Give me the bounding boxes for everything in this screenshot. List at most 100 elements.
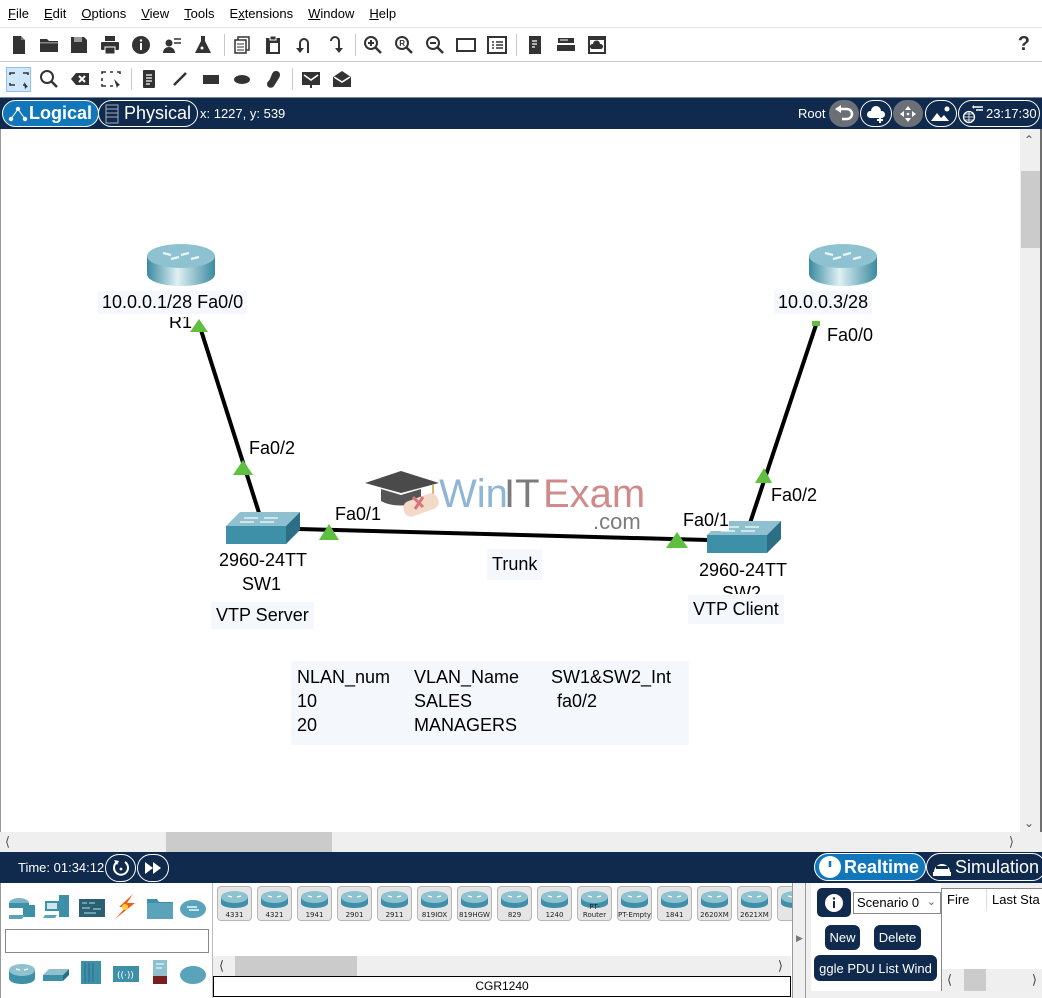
- scroll-left-icon[interactable]: ⟨: [947, 972, 952, 988]
- menu-options[interactable]: Options: [81, 6, 126, 21]
- menu-help[interactable]: Help: [369, 6, 396, 21]
- device-model-item[interactable]: 1240: [537, 886, 572, 921]
- device-model-item[interactable]: 2911: [377, 886, 412, 921]
- delete-icon[interactable]: [69, 68, 91, 90]
- save-icon[interactable]: [68, 34, 90, 56]
- device-model-item[interactable]: 2621XM: [737, 886, 772, 921]
- device-model-item[interactable]: 2901: [337, 886, 372, 921]
- freeform-icon[interactable]: [262, 68, 284, 90]
- scroll-left-icon[interactable]: ⟨: [219, 958, 224, 974]
- simple-pdu-icon[interactable]: [300, 68, 322, 90]
- select-icon[interactable]: [6, 67, 31, 92]
- drawing-palette-icon[interactable]: [455, 34, 477, 56]
- routers-icon[interactable]: [7, 961, 37, 987]
- column-header-fire[interactable]: Fire: [947, 892, 969, 907]
- device-model-item[interactable]: PT-Empty: [617, 886, 652, 921]
- undo-icon[interactable]: [293, 34, 315, 56]
- viewport-clock[interactable]: 23:17:30: [958, 100, 1040, 127]
- device-model-item[interactable]: 1841: [657, 886, 692, 921]
- open-icon[interactable]: [38, 34, 60, 56]
- menu-file[interactable]: File: [8, 6, 29, 21]
- new-scenario-button[interactable]: New: [825, 925, 860, 950]
- cluster-icon[interactable]: [555, 34, 577, 56]
- menu-view[interactable]: View: [141, 6, 169, 21]
- delete-scenario-button[interactable]: Delete: [874, 925, 921, 950]
- canvas-horizontal-scrollbar[interactable]: ⟨ ⟩: [0, 832, 1042, 852]
- switches-icon[interactable]: [41, 961, 71, 987]
- device-model-item[interactable]: 1941: [297, 886, 332, 921]
- end-devices-icon[interactable]: [41, 893, 71, 919]
- pdu-list-scrollbar[interactable]: ⟨ ⟩: [942, 969, 1042, 991]
- menu-extensions[interactable]: Extensions: [230, 6, 294, 21]
- menu-window[interactable]: Window: [308, 6, 354, 21]
- wireless-icon[interactable]: ((·)): [111, 961, 141, 987]
- switch-sw1[interactable]: [224, 510, 302, 546]
- zoom-reset-icon[interactable]: R: [393, 34, 415, 56]
- logical-workspace[interactable]: Win IT Exam .com 10.0.0.1/28 Fa0/0 R1 10…: [0, 129, 1020, 832]
- hubs-icon[interactable]: [77, 959, 107, 985]
- resize-icon[interactable]: [100, 68, 122, 90]
- viewport-icon[interactable]: [524, 34, 546, 56]
- cloud-window-icon[interactable]: [586, 34, 608, 56]
- wan-emulation-icon[interactable]: [178, 961, 208, 987]
- miscellaneous-icon[interactable]: [145, 895, 175, 921]
- paste-icon[interactable]: [262, 34, 284, 56]
- vertical-scroll-thumb[interactable]: [1021, 171, 1040, 248]
- device-model-item[interactable]: 829: [497, 886, 532, 921]
- connections-icon[interactable]: [111, 893, 141, 919]
- security-icon[interactable]: [145, 959, 175, 985]
- vlan-note[interactable]: NLAN_num VLAN_Name SW1&SW2_Int 10 SALES …: [291, 661, 689, 745]
- menu-edit[interactable]: Edit: [44, 6, 66, 21]
- zoom-in-icon[interactable]: [362, 34, 384, 56]
- device-model-item[interactable]: PT-Router: [577, 886, 612, 921]
- scroll-right-icon[interactable]: ⟩: [1009, 834, 1014, 850]
- new-icon[interactable]: [8, 34, 30, 56]
- info-icon[interactable]: [130, 34, 152, 56]
- router-r1[interactable]: [145, 242, 217, 288]
- custom-device-dialog-icon[interactable]: [486, 34, 508, 56]
- fast-forward-button[interactable]: [137, 854, 169, 882]
- copy-icon[interactable]: [231, 34, 253, 56]
- router-r2[interactable]: [807, 242, 879, 288]
- horizontal-scroll-thumb[interactable]: [166, 832, 332, 852]
- link-r1-sw1[interactable]: [198, 326, 262, 517]
- network-devices-icon[interactable]: [7, 895, 37, 921]
- device-model-item[interactable]: 819IOX: [417, 886, 452, 921]
- move-object-button[interactable]: [893, 100, 923, 127]
- activity-wizard-icon[interactable]: [161, 34, 183, 56]
- zoom-out-icon[interactable]: [424, 34, 446, 56]
- column-header-last-status[interactable]: Last Sta: [992, 892, 1040, 907]
- scroll-left-icon[interactable]: ⟨: [5, 834, 10, 850]
- line-icon[interactable]: [169, 68, 191, 90]
- scroll-right-icon[interactable]: ⟩: [1032, 972, 1037, 988]
- simulation-mode-button[interactable]: Simulation: [926, 853, 1042, 881]
- set-background-button[interactable]: [925, 100, 957, 127]
- scroll-down-icon[interactable]: ⌄: [1024, 816, 1034, 830]
- canvas-vertical-scrollbar[interactable]: ⌃ ⌄: [1020, 129, 1042, 832]
- scroll-right-icon[interactable]: ⟩: [778, 958, 783, 974]
- scroll-up-icon[interactable]: ⌃: [1024, 133, 1034, 147]
- redo-icon[interactable]: [324, 34, 346, 56]
- device-model-item[interactable]: 2620XM: [697, 886, 732, 921]
- power-cycle-button[interactable]: [105, 854, 136, 882]
- scenario-select[interactable]: Scenario 0 ⌄: [853, 892, 941, 914]
- device-model-item[interactable]: 819HGW: [457, 886, 492, 921]
- inspect-icon[interactable]: [38, 68, 60, 90]
- device-list-scrollbar[interactable]: ⟨ ⟩: [213, 956, 791, 976]
- device-model-item[interactable]: 4331: [217, 886, 252, 921]
- back-button[interactable]: [829, 100, 859, 127]
- toggle-pdu-list-button[interactable]: ggle PDU List Wind: [814, 955, 937, 981]
- ellipse-icon[interactable]: [231, 68, 253, 90]
- tab-physical[interactable]: Physical: [98, 100, 199, 127]
- multiuser-icon[interactable]: [178, 895, 208, 921]
- help-button[interactable]: ?: [1018, 33, 1030, 56]
- components-icon[interactable]: [77, 895, 107, 921]
- panel-splitter[interactable]: ▶: [792, 883, 806, 998]
- realtime-mode-button[interactable]: Realtime: [814, 853, 927, 881]
- expand-arrow-icon[interactable]: ▶: [796, 933, 803, 944]
- print-icon[interactable]: [99, 34, 121, 56]
- tab-logical[interactable]: Logical: [2, 100, 100, 127]
- menu-tools[interactable]: Tools: [184, 6, 214, 21]
- new-cluster-button[interactable]: [860, 100, 892, 127]
- device-model-item[interactable]: 4321: [257, 886, 292, 921]
